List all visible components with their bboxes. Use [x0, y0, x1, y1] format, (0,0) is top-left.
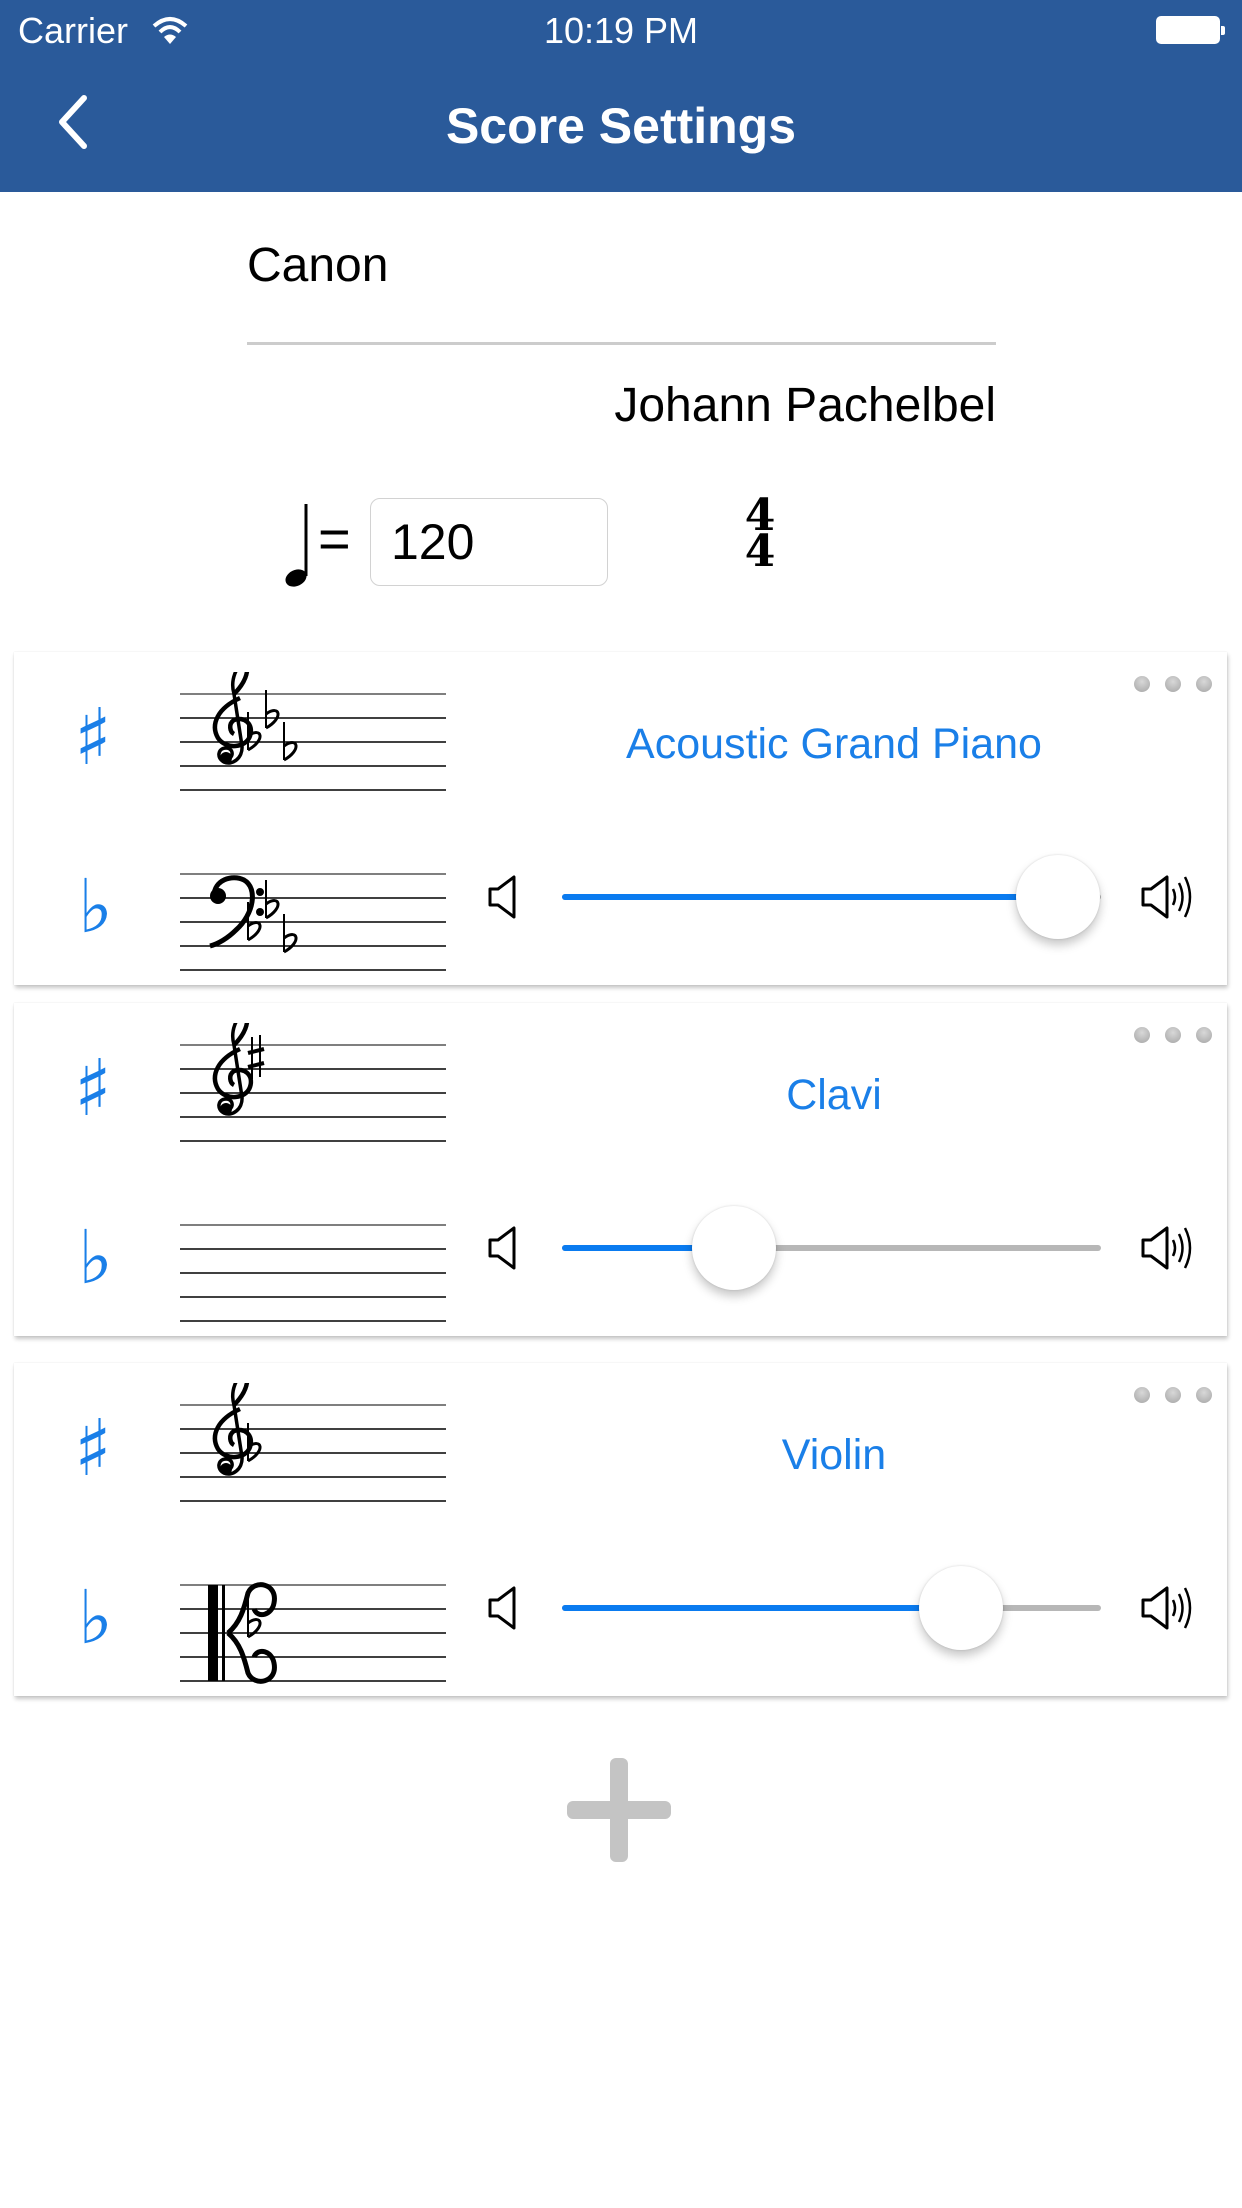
volume-high-icon	[1141, 1226, 1192, 1270]
slider-thumb[interactable]	[692, 1206, 777, 1290]
flat-transpose-button[interactable]: ♭	[78, 864, 113, 950]
slider-fill	[562, 894, 1058, 900]
volume-low-icon	[488, 875, 516, 919]
composer-field[interactable]: Johann Pachelbel	[614, 378, 996, 433]
time-signature-denominator: 4	[744, 526, 776, 577]
flat-accidental-icon	[247, 1599, 262, 1639]
flat-accidental-icon	[265, 880, 280, 920]
sharp-transpose-button[interactable]: ♯	[74, 692, 112, 783]
staff-top	[180, 672, 446, 791]
staff-top	[180, 1023, 446, 1142]
staff-bottom	[180, 873, 446, 971]
volume-slider[interactable]	[562, 1206, 1101, 1290]
sharp-transpose-button[interactable]: ♯	[74, 1043, 112, 1134]
instrument-card: ♯ ♭ Clavi	[14, 1003, 1227, 1336]
slider-thumb[interactable]	[1015, 855, 1100, 939]
instrument-name[interactable]: Violin	[434, 1431, 1234, 1480]
instrument-name[interactable]: Acoustic Grand Piano	[434, 720, 1234, 769]
sharp-transpose-button[interactable]: ♯	[74, 1403, 112, 1494]
sharp-accidental-icon	[247, 1035, 265, 1079]
status-time: 10:19 PM	[543, 10, 699, 51]
volume-slider[interactable]	[562, 855, 1101, 939]
flat-transpose-button[interactable]: ♭	[78, 1575, 113, 1661]
more-options-button[interactable]	[1134, 674, 1214, 694]
staff-bottom	[180, 1582, 446, 1684]
flat-accidental-icon	[265, 690, 280, 730]
more-options-button[interactable]	[1134, 1385, 1214, 1405]
quarter-note-icon	[285, 504, 308, 587]
slider-thumb[interactable]	[918, 1566, 1003, 1650]
page-title: Score Settings	[445, 98, 797, 154]
volume-slider[interactable]	[562, 1566, 1101, 1650]
add-instrument-button[interactable]	[567, 1758, 671, 1862]
flat-transpose-button[interactable]: ♭	[78, 1215, 113, 1301]
slider-fill	[562, 1605, 961, 1611]
time-signature[interactable]: 4 4	[740, 494, 780, 577]
title-divider	[247, 342, 996, 345]
staff-bottom	[180, 1224, 446, 1322]
battery-icon	[1156, 16, 1225, 44]
score-title-field[interactable]: Canon	[247, 238, 388, 293]
instrument-card: ♯ ♭ Violin	[14, 1363, 1227, 1696]
more-options-button[interactable]	[1134, 1025, 1214, 1045]
instrument-card: ♯ ♭ Acoustic Grand Piano	[14, 652, 1227, 985]
tempo-input[interactable]	[370, 498, 608, 586]
volume-low-icon	[488, 1586, 516, 1630]
tempo-equals: =	[318, 507, 351, 570]
volume-low-icon	[488, 1226, 516, 1270]
volume-high-icon	[1141, 875, 1192, 919]
navigation-header: Carrier 10:19 PM Score Settings	[0, 0, 1242, 192]
volume-high-icon	[1141, 1586, 1192, 1630]
plus-icon-vertical	[610, 1758, 628, 1862]
staff-top	[180, 1383, 446, 1502]
flat-accidental-icon	[283, 722, 298, 762]
instrument-name[interactable]: Clavi	[434, 1071, 1234, 1120]
